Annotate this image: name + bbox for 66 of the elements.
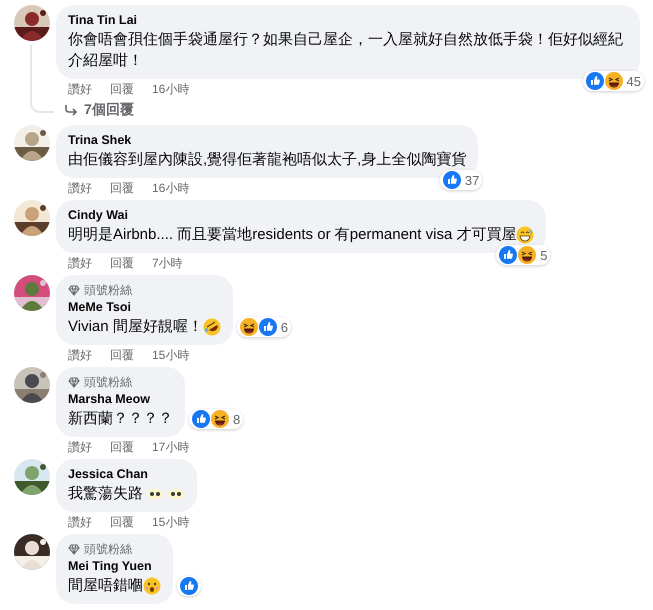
- like-link[interactable]: 讚好: [68, 81, 92, 97]
- timestamp[interactable]: 16小時: [152, 81, 190, 97]
- like-icon: [442, 171, 461, 189]
- view-replies-link[interactable]: 7個回覆: [84, 101, 134, 119]
- reply-link[interactable]: 回覆: [110, 347, 134, 363]
- comment-text: 我驚蕩失路: [68, 484, 143, 504]
- reaction-summary[interactable]: [177, 576, 201, 596]
- reaction-count: 6: [280, 320, 288, 334]
- reply-arrow-icon: [64, 104, 78, 116]
- diamond-icon: [68, 285, 80, 296]
- comment-text: 明明是Airbnb.... 而且要當地residents or 有permanent visa 才可買屋: [68, 225, 516, 245]
- like-link[interactable]: 讚好: [68, 514, 92, 530]
- laughing-face-icon: [211, 410, 229, 428]
- laughing-face-icon: [240, 318, 258, 336]
- author-name[interactable]: Mei Ting Yuen: [68, 558, 161, 575]
- like-icon: [499, 246, 518, 264]
- reaction-summary[interactable]: 8: [189, 409, 244, 429]
- diamond-icon: [68, 377, 80, 388]
- reaction-count: 5: [540, 248, 548, 262]
- reaction-summary[interactable]: 45: [582, 71, 644, 91]
- like-icon: [180, 577, 198, 595]
- eyes-icon: [146, 488, 185, 500]
- reaction-count: 8: [233, 412, 240, 426]
- surprised-face-icon: [143, 576, 161, 594]
- reaction-summary[interactable]: 37: [440, 170, 482, 190]
- like-link[interactable]: 讚好: [68, 439, 92, 455]
- reply-link[interactable]: 回覆: [110, 514, 134, 530]
- reply-link[interactable]: 回覆: [110, 180, 134, 196]
- comment-text: 由佢儀容到屋內陳設,覺得佢著龍袍唔似太子,身上全似陶寶貨: [68, 150, 466, 170]
- like-link[interactable]: 讚好: [68, 180, 92, 196]
- fan-badge-label: 頭號粉絲: [84, 282, 132, 299]
- reply-link[interactable]: 回覆: [110, 439, 134, 455]
- fan-badge-label: 頭號粉絲: [84, 374, 132, 391]
- laughing-face-icon: [604, 72, 623, 90]
- comment-text: 間屋唔錯嗰: [68, 576, 143, 596]
- author-name[interactable]: Tina Tin Lai: [68, 12, 628, 29]
- reply-link[interactable]: 回覆: [110, 81, 134, 97]
- grinning-face-icon: [516, 226, 534, 244]
- reaction-count: 45: [626, 74, 641, 88]
- timestamp[interactable]: 15小時: [152, 514, 190, 530]
- laughing-face-icon: [518, 246, 536, 264]
- author-name[interactable]: Cindy Wai: [68, 207, 534, 224]
- author-name[interactable]: Marsha Meow: [68, 391, 173, 408]
- like-icon: [586, 72, 604, 90]
- like-link[interactable]: 讚好: [68, 347, 92, 363]
- comment-text: Vivian 間屋好靚喔！: [68, 317, 203, 337]
- laughing-face-icon: [202, 318, 221, 336]
- comment-text: 你會唔會孭住個手袋通屋行？如果自己屋企，一入屋就好自然放低手袋！佢好似經紀介紹屋咁！: [68, 30, 624, 71]
- timestamp[interactable]: 16小時: [152, 180, 190, 196]
- like-link[interactable]: 讚好: [68, 255, 92, 271]
- reaction-summary[interactable]: 6: [236, 317, 291, 337]
- like-icon: [258, 318, 277, 336]
- comment-text: 新西蘭？？？？: [68, 409, 173, 429]
- reply-link[interactable]: 回覆: [110, 255, 134, 271]
- timestamp[interactable]: 7小時: [152, 255, 183, 271]
- author-name[interactable]: MeMe Tsoi: [68, 299, 221, 316]
- reaction-count: 37: [464, 172, 480, 188]
- reaction-summary[interactable]: 5: [496, 245, 550, 265]
- timestamp[interactable]: 17小時: [152, 439, 190, 455]
- thread-line: [30, 45, 54, 113]
- author-name[interactable]: Jessica Chan: [68, 466, 185, 483]
- diamond-icon: [68, 544, 80, 555]
- author-name[interactable]: Trina Shek: [68, 132, 466, 149]
- timestamp[interactable]: 15小時: [152, 347, 190, 363]
- like-icon: [192, 410, 210, 428]
- fan-badge-label: 頭號粉絲: [84, 541, 132, 558]
